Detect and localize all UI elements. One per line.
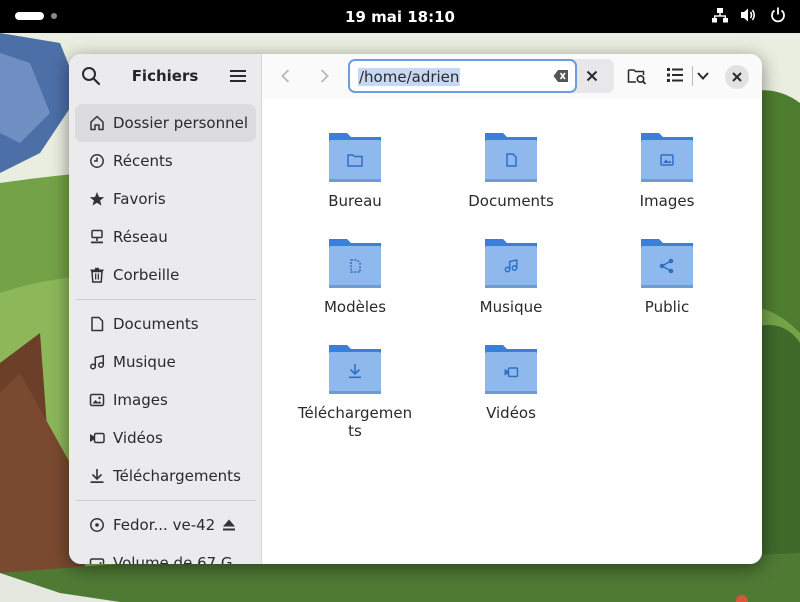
app-title: Fichiers bbox=[131, 67, 199, 85]
sidebar-item-label: Musique bbox=[113, 353, 176, 371]
sidebar-item-label: Vidéos bbox=[113, 429, 163, 447]
view-button-separator bbox=[692, 66, 693, 86]
folder-item[interactable]: Bureau bbox=[295, 128, 415, 210]
folder-icon bbox=[485, 345, 537, 394]
download-icon bbox=[90, 469, 104, 483]
folder-icon bbox=[641, 239, 693, 288]
folder-item[interactable]: Téléchargements bbox=[295, 340, 415, 440]
volume-icon bbox=[741, 8, 756, 22]
folder-name: Modèles bbox=[323, 298, 387, 316]
folder-item[interactable]: Modèles bbox=[295, 234, 415, 316]
network-icon bbox=[91, 229, 103, 244]
close-location-icon[interactable] bbox=[584, 68, 600, 84]
sidebar-item-starred[interactable]: Favoris bbox=[75, 180, 256, 218]
folder-icon bbox=[329, 345, 381, 394]
folder-icon bbox=[329, 133, 381, 182]
sidebar-item-videos[interactable]: Vidéos bbox=[75, 419, 256, 457]
document-icon bbox=[91, 316, 104, 332]
files-window: Fichiers Dossier personnel Récents Favor… bbox=[69, 54, 762, 564]
sidebar-list: Dossier personnel Récents Favoris Réseau… bbox=[75, 104, 256, 564]
sidebar-item-label: Dossier personnel bbox=[113, 114, 249, 132]
folder-name: Musique bbox=[479, 298, 543, 316]
path-text[interactable]: /home/adrien bbox=[358, 68, 461, 86]
sidebar-item-home[interactable]: Dossier personnel bbox=[75, 104, 256, 142]
sidebar-item-label: Récents bbox=[113, 152, 173, 170]
sidebar-item-network[interactable]: Réseau bbox=[75, 218, 256, 256]
home-icon bbox=[90, 115, 104, 131]
window-close-button[interactable] bbox=[725, 65, 749, 89]
sidebar-item-volume[interactable]: Volume de 67 G bbox=[75, 544, 256, 564]
folder-name: Bureau bbox=[328, 192, 382, 210]
sidebar-item-recent[interactable]: Récents bbox=[75, 142, 256, 180]
sidebar-item-label: Documents bbox=[113, 315, 199, 333]
folder-name: Documents bbox=[468, 192, 554, 210]
disc-icon bbox=[90, 518, 104, 532]
sidebar-item-label: Fedor... ve-42 bbox=[113, 516, 216, 534]
folder-icon bbox=[641, 133, 693, 182]
search-folder-icon[interactable] bbox=[627, 66, 647, 86]
sidebar-item-music[interactable]: Musique bbox=[75, 343, 256, 381]
network-icon bbox=[712, 8, 728, 23]
folder-item[interactable]: Documents bbox=[451, 128, 571, 210]
header-bar: /home/adrien bbox=[262, 54, 762, 98]
sidebar-header: Fichiers bbox=[69, 54, 261, 98]
back-arrow-icon[interactable] bbox=[276, 66, 296, 86]
sidebar-item-label: Réseau bbox=[113, 228, 168, 246]
folder-name: Téléchargements bbox=[297, 404, 413, 440]
power-icon bbox=[771, 7, 785, 23]
chevron-down-icon[interactable] bbox=[696, 69, 710, 83]
path-input[interactable]: /home/adrien bbox=[348, 59, 577, 93]
folder-item[interactable]: Public bbox=[607, 234, 727, 316]
sidebar-item-fedora-drive[interactable]: Fedor... ve-42 bbox=[75, 506, 256, 544]
sidebar-item-trash[interactable]: Corbeille bbox=[75, 256, 256, 294]
clock-icon bbox=[90, 154, 104, 168]
sidebar-item-images[interactable]: Images bbox=[75, 381, 256, 419]
folder-icon bbox=[485, 133, 537, 182]
trash-icon bbox=[90, 267, 104, 283]
sidebar-separator bbox=[75, 500, 256, 501]
music-icon bbox=[89, 354, 105, 370]
folder-name: Vidéos bbox=[486, 404, 536, 422]
eject-icon[interactable] bbox=[222, 518, 236, 532]
folder-item[interactable]: Vidéos bbox=[451, 340, 571, 422]
star-icon bbox=[89, 192, 105, 206]
drive-icon bbox=[89, 558, 105, 564]
hamburger-menu-icon[interactable] bbox=[229, 67, 247, 85]
folder-item[interactable]: Images bbox=[607, 128, 727, 210]
sidebar-item-label: Téléchargements bbox=[113, 467, 241, 485]
sidebar-item-downloads[interactable]: Téléchargements bbox=[75, 457, 256, 495]
video-icon bbox=[90, 432, 105, 444]
file-grid: Bureau Documents Images Modèles Musique … bbox=[262, 98, 762, 564]
top-bar: 19 mai 18:10 bbox=[0, 0, 800, 33]
clear-text-icon[interactable] bbox=[553, 69, 569, 83]
forward-arrow-icon[interactable] bbox=[314, 66, 334, 86]
list-view-icon[interactable] bbox=[666, 66, 684, 84]
sidebar-separator bbox=[75, 299, 256, 300]
system-status-area[interactable] bbox=[712, 7, 786, 23]
image-icon bbox=[89, 393, 105, 407]
folder-name: Public bbox=[644, 298, 690, 316]
folder-icon bbox=[485, 239, 537, 288]
sidebar-item-label: Corbeille bbox=[113, 266, 180, 284]
sidebar-item-documents[interactable]: Documents bbox=[75, 305, 256, 343]
clock[interactable]: 19 mai 18:10 bbox=[345, 8, 455, 26]
folder-item[interactable]: Musique bbox=[451, 234, 571, 316]
sidebar-item-label: Volume de 67 G bbox=[113, 554, 233, 564]
sidebar-item-label: Favoris bbox=[113, 190, 166, 208]
sidebar-item-label: Images bbox=[113, 391, 168, 409]
folder-name: Images bbox=[639, 192, 695, 210]
close-icon bbox=[732, 72, 742, 82]
folder-icon bbox=[329, 239, 381, 288]
location-bar: /home/adrien bbox=[348, 59, 614, 93]
sidebar: Fichiers Dossier personnel Récents Favor… bbox=[69, 54, 262, 564]
